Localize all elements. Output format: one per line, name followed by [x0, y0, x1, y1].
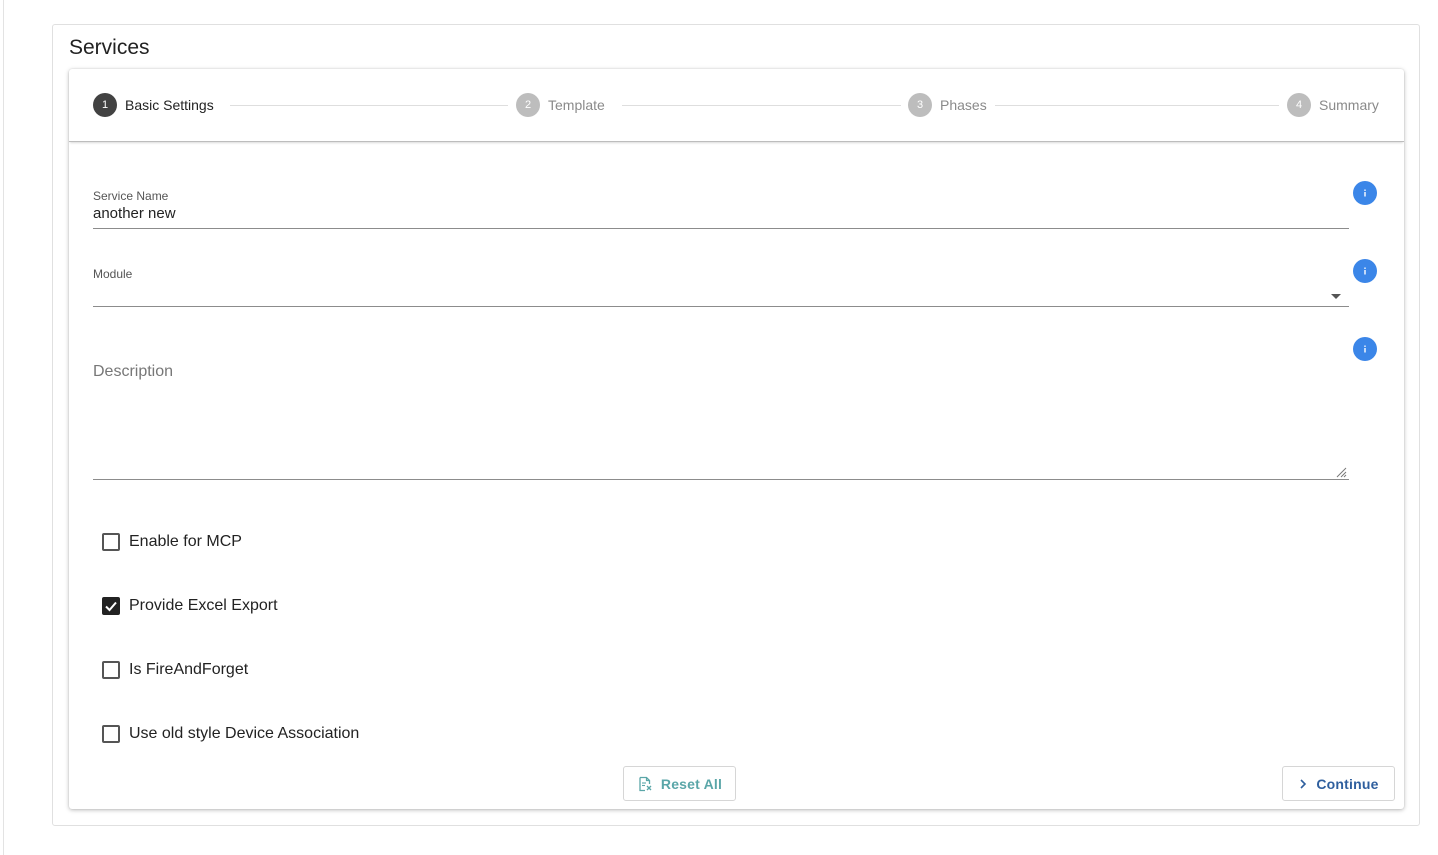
reset-all-label: Reset All: [660, 775, 723, 792]
wizard-stepper: 1 Basic Settings 2 Template 3 Phases 4 S…: [69, 69, 1404, 142]
page-title: Services: [69, 36, 150, 59]
service-name-label: Service Name: [93, 189, 169, 203]
step-summary[interactable]: 4 Summary: [1287, 93, 1379, 117]
step-number: 4: [1287, 93, 1311, 117]
checkbox-provide-excel-export[interactable]: Provide Excel Export: [102, 594, 278, 618]
continue-label: Continue: [1316, 775, 1379, 792]
checkbox-box[interactable]: [102, 725, 120, 743]
service-name-field[interactable]: Service Name another new: [93, 189, 1349, 229]
description-underline: [93, 479, 1349, 480]
step-number: 1: [93, 93, 117, 117]
step-connector: [995, 105, 1279, 106]
checkbox-box[interactable]: [102, 533, 120, 551]
step-template[interactable]: 2 Template: [516, 93, 605, 117]
reset-all-button[interactable]: Reset All: [623, 766, 736, 801]
resize-grip-icon[interactable]: [1335, 466, 1347, 478]
checkbox-label: Use old style Device Association: [129, 725, 360, 742]
page-left-border: [3, 0, 4, 855]
service-name-input[interactable]: another new: [93, 205, 1349, 222]
info-icon[interactable]: [1353, 181, 1377, 205]
info-icon[interactable]: [1353, 337, 1377, 361]
step-label: Template: [548, 97, 605, 113]
description-label: Description: [93, 363, 174, 380]
checkbox-box[interactable]: [102, 661, 120, 679]
checkbox-is-fire-and-forget[interactable]: Is FireAndForget: [102, 658, 248, 682]
step-number: 2: [516, 93, 540, 117]
step-connector: [230, 105, 508, 106]
wizard-card: 1 Basic Settings 2 Template 3 Phases 4 S…: [69, 69, 1404, 809]
step-number: 3: [908, 93, 932, 117]
checkbox-old-style-device-association[interactable]: Use old style Device Association: [102, 722, 359, 746]
checkbox-enable-mcp[interactable]: Enable for MCP: [102, 530, 242, 554]
checkbox-label: Enable for MCP: [129, 533, 242, 550]
chevron-right-icon: [1298, 778, 1308, 790]
checkmark-icon: [105, 601, 117, 612]
module-label: Module: [93, 267, 133, 281]
module-underline: [93, 306, 1349, 307]
step-label: Summary: [1319, 97, 1379, 113]
description-textarea[interactable]: Description: [93, 363, 1349, 480]
checkbox-label: Provide Excel Export: [129, 597, 278, 614]
step-phases[interactable]: 3 Phases: [908, 93, 987, 117]
checkbox-box[interactable]: [102, 597, 120, 615]
info-icon[interactable]: [1353, 259, 1377, 283]
step-label: Phases: [940, 97, 987, 113]
services-panel: Services 1 Basic Settings 2 Template 3 P…: [52, 24, 1420, 826]
step-basic-settings[interactable]: 1 Basic Settings: [93, 93, 214, 117]
module-select[interactable]: Module: [93, 267, 1349, 307]
step-label: Basic Settings: [125, 97, 214, 113]
step-connector: [622, 105, 901, 106]
continue-button[interactable]: Continue: [1282, 766, 1395, 801]
checkbox-label: Is FireAndForget: [129, 661, 249, 678]
dropdown-arrow-icon[interactable]: [1331, 294, 1341, 299]
service-name-underline: [93, 228, 1349, 229]
file-clear-icon: [637, 776, 653, 792]
